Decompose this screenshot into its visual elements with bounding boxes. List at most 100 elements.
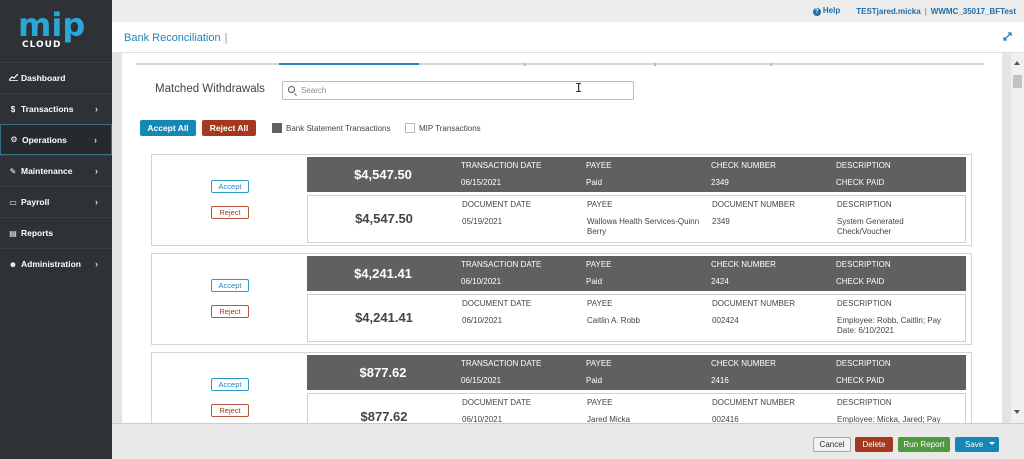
reject-button[interactable]: Reject	[211, 206, 249, 219]
users-icon: ☻	[8, 259, 18, 269]
chart-line-icon	[7, 73, 19, 83]
accept-button[interactable]: Accept	[211, 279, 249, 292]
sidebar-item-reports[interactable]: ▤ Reports	[0, 217, 112, 248]
organization-link[interactable]: WWMC_35017_BFTest	[931, 7, 1016, 16]
document-date-value: 06/10/2021	[462, 415, 503, 423]
document-date-col: DOCUMENT DATE 05/19/2021	[462, 200, 531, 227]
matched-withdrawals-panel: Matched Withdrawals I Accept All Reject …	[122, 53, 1002, 423]
reject-button[interactable]: Reject	[211, 305, 249, 318]
payee-value: Paid	[586, 376, 603, 385]
document-date-value: 06/10/2021	[462, 316, 503, 325]
user-name-link[interactable]: TESTjared.micka	[856, 7, 920, 16]
page-header: Bank Reconciliation |	[112, 22, 1024, 53]
description-col: DESCRIPTION Employee: Micka, Jared; Pay	[837, 398, 947, 423]
footer-toolbar: Cancel Delete Run Report Save	[112, 423, 1024, 459]
sidebar-item-payroll[interactable]: ▭ Payroll ›	[0, 186, 112, 217]
document-number-value: 002424	[712, 316, 739, 325]
money-icon: ▭	[9, 197, 17, 207]
description-value: System Generated Check/Voucher	[837, 217, 904, 236]
accept-button[interactable]: Accept	[211, 378, 249, 391]
description-value: CHECK PAID	[836, 376, 885, 385]
description-col: DESCRIPTION System Generated Check/Vouche…	[837, 200, 947, 237]
description-value: CHECK PAID	[836, 277, 885, 286]
transaction-date-col: TRANSACTION DATE 06/15/2021	[461, 359, 541, 386]
page-title-separator: |	[224, 32, 228, 44]
tab-divider	[654, 63, 656, 66]
sidebar-item-transactions[interactable]: $ Transactions ›	[0, 93, 112, 124]
help-label: Help	[822, 6, 841, 15]
user-separator: |	[924, 6, 927, 16]
sidebar-nav: Dashboard $ Transactions › ⚙ Operations …	[0, 62, 112, 279]
check-number-label: CHECK NUMBER	[711, 260, 776, 269]
sidebar: mip CLOUD Dashboard $ Transactions › ⚙ O…	[0, 0, 112, 459]
legend-bank: Bank Statement Transactions	[272, 123, 391, 133]
payee-value: Paid	[586, 277, 603, 286]
page-title-text: Bank Reconciliation	[124, 32, 221, 44]
payee-col: PAYEE Paid	[586, 161, 612, 188]
description-value: Employee: Micka, Jared; Pay	[837, 415, 941, 423]
accept-button[interactable]: Accept	[211, 180, 249, 193]
expand-icon[interactable]	[1003, 32, 1012, 44]
transaction-date-col: TRANSACTION DATE 06/10/2021	[461, 260, 541, 287]
chevron-right-icon: ›	[94, 134, 97, 145]
transaction-date-label: TRANSACTION DATE	[461, 161, 542, 170]
sidebar-item-maintenance[interactable]: ✎ Maintenance ›	[0, 155, 112, 186]
document-date-value: 05/19/2021	[462, 217, 503, 226]
run-report-button[interactable]: Run Report	[898, 437, 950, 452]
document-icon: ▤	[9, 228, 17, 238]
sidebar-item-label: Operations	[22, 134, 67, 145]
check-number-label: CHECK NUMBER	[711, 359, 776, 368]
sidebar-item-dashboard[interactable]: Dashboard	[0, 62, 112, 93]
cancel-button[interactable]: Cancel	[813, 437, 851, 452]
mip-transaction-row: $4,547.50 DOCUMENT DATE 05/19/2021 PAYEE W…	[307, 195, 966, 243]
scroll-down-arrow-icon[interactable]	[1014, 410, 1020, 414]
payee-label: PAYEE	[586, 260, 612, 269]
help-link[interactable]: ? Help	[812, 6, 841, 16]
mip-transaction-row: $4,241.41 DOCUMENT DATE 06/10/2021 PAYEE C…	[307, 294, 966, 342]
save-dropdown-caret-icon[interactable]	[989, 442, 995, 445]
payee-col: PAYEE Paid	[586, 359, 612, 386]
tab-strip	[136, 63, 984, 66]
document-number-label: DOCUMENT NUMBER	[712, 200, 795, 209]
payee-value: Paid	[586, 178, 603, 187]
check-number-col: CHECK NUMBER 2416	[711, 359, 776, 386]
payee-value: Caitlin A. Robb	[587, 316, 640, 325]
chevron-right-icon: ›	[95, 104, 98, 114]
reject-button[interactable]: Reject	[211, 404, 249, 417]
search-input[interactable]	[301, 84, 621, 97]
description-label: DESCRIPTION	[836, 260, 891, 269]
bank-transaction-row: $877.62 TRANSACTION DATE 06/15/2021 PAYEE…	[307, 355, 966, 390]
sidebar-item-administration[interactable]: ☻ Administration ›	[0, 248, 112, 279]
sidebar-item-label: Maintenance	[21, 166, 73, 176]
document-number-col: DOCUMENT NUMBER 2349	[712, 200, 795, 227]
text-cursor-icon: I	[575, 81, 583, 95]
tab-divider	[770, 63, 772, 66]
description-value: CHECK PAID	[836, 178, 885, 187]
mip-transaction-row: $877.62 DOCUMENT DATE 06/10/2021 PAYEE Jar…	[307, 393, 966, 423]
match-card: Accept Reject $4,547.50 TRANSACTION DATE…	[151, 154, 972, 246]
scrollbar-thumb[interactable]	[1013, 75, 1022, 88]
payee-col: PAYEE Jared Micka	[587, 398, 707, 423]
description-label: DESCRIPTION	[836, 359, 891, 368]
mip-cloud-logo[interactable]: mip CLOUD	[0, 0, 112, 60]
sidebar-item-operations[interactable]: ⚙ Operations ›	[0, 124, 112, 155]
reject-all-button[interactable]: Reject All	[202, 120, 256, 136]
transaction-date-value: 06/10/2021	[461, 277, 502, 286]
scroll-up-arrow-icon[interactable]	[1014, 61, 1020, 65]
delete-button[interactable]: Delete	[855, 437, 893, 452]
tab-active-indicator[interactable]	[279, 63, 419, 65]
sidebar-item-label: Administration	[21, 259, 81, 269]
sidebar-item-label: Payroll	[21, 197, 50, 207]
accept-all-button[interactable]: Accept All	[140, 120, 196, 136]
vertical-scrollbar[interactable]	[1011, 53, 1024, 423]
gears-icon: ⚙	[10, 135, 18, 144]
description-label: DESCRIPTION	[837, 200, 892, 209]
description-col: DESCRIPTION CHECK PAID	[836, 161, 891, 188]
bank-amount: $4,547.50	[354, 167, 412, 182]
document-date-label: DOCUMENT DATE	[462, 200, 532, 209]
match-actions: Accept Reject	[152, 155, 307, 245]
transaction-date-col: TRANSACTION DATE 06/15/2021	[461, 161, 541, 188]
match-card: Accept Reject $877.62 TRANSACTION DATE 06…	[151, 352, 972, 423]
chevron-right-icon: ›	[95, 259, 98, 269]
bank-amount: $877.62	[359, 365, 407, 380]
